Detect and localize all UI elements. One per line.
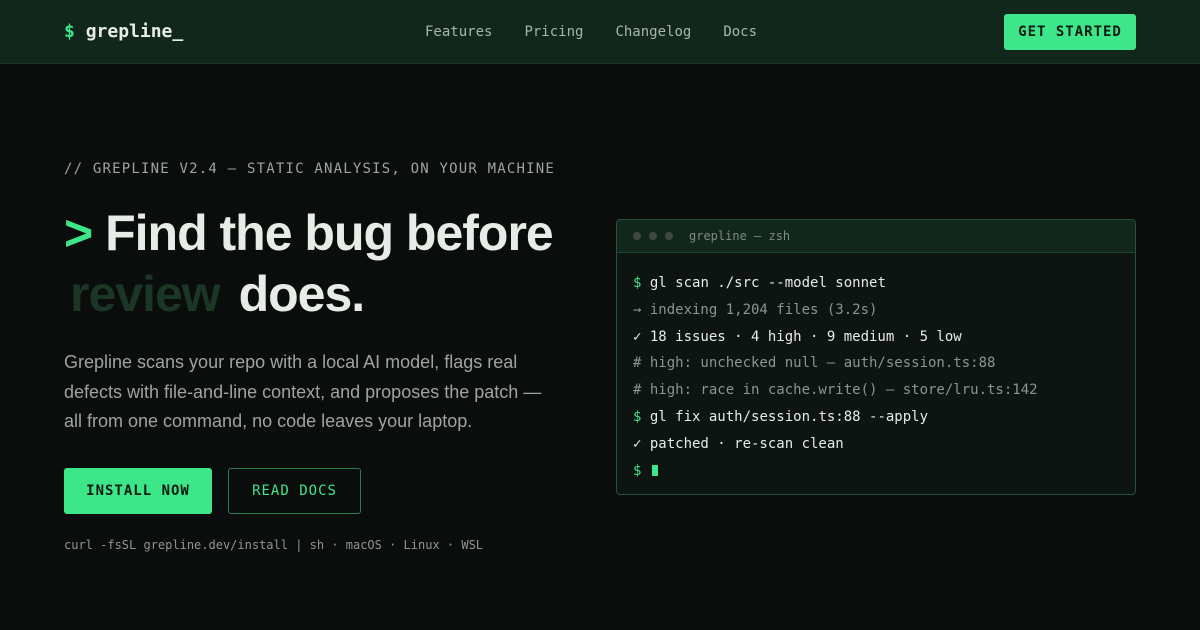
terminal-body: $ gl scan ./src --model sonnet → indexin… <box>617 253 1135 484</box>
top-nav: $ grepline_ Features Pricing Changelog D… <box>0 0 1200 64</box>
brand-logo[interactable]: $ grepline_ <box>64 21 183 43</box>
headline-prompt: > <box>64 205 93 261</box>
window-dot-icon <box>649 232 657 240</box>
shell-prompt: $ <box>633 408 642 425</box>
brand-prompt: $ <box>64 21 75 42</box>
get-started-button[interactable]: GET STARTED <box>1004 14 1136 50</box>
shell-prompt: $ <box>633 275 642 291</box>
read-docs-button[interactable]: READ DOCS <box>228 468 361 514</box>
terminal-window: grepline — zsh $ gl scan ./src --model s… <box>616 219 1136 495</box>
install-command-note: curl -fsSL grepline.dev/install | sh · m… <box>64 538 484 552</box>
terminal-input-line[interactable]: $ <box>633 458 1119 485</box>
window-dot-icon <box>633 232 641 240</box>
terminal-line-text: gl scan ./src --model sonnet <box>649 275 886 291</box>
install-now-button[interactable]: INSTALL NOW <box>64 468 212 514</box>
hero-eyebrow: // GREPLINE V2.4 — STATIC ANALYSIS, ON Y… <box>64 161 556 177</box>
headline-dim-word: review <box>70 266 221 322</box>
nav-link-docs[interactable]: Docs <box>723 23 757 41</box>
terminal-line-text: gl fix auth/session.ts:88 --apply <box>649 408 929 425</box>
window-dot-icon <box>665 232 673 240</box>
terminal-titlebar: grepline — zsh <box>617 220 1135 253</box>
brand-name: grepline_ <box>85 21 184 42</box>
nav-link-changelog[interactable]: Changelog <box>615 23 691 41</box>
shell-prompt: $ <box>633 462 642 479</box>
hero-headline: > Find the bug before review does. <box>64 203 604 325</box>
terminal-line: ✓ 18 issues · 4 high · 9 medium · 5 low <box>633 328 962 345</box>
nav-links: Features Pricing Changelog Docs <box>425 23 789 41</box>
terminal-line: # high: unchecked null — auth/session.ts… <box>633 355 996 372</box>
terminal-line: $ gl fix auth/session.ts:88 --apply <box>633 404 1119 431</box>
terminal-cursor-icon <box>651 464 658 476</box>
terminal-title: grepline — zsh <box>689 229 791 243</box>
headline-end: does. <box>238 266 366 322</box>
nav-link-features[interactable]: Features <box>425 23 492 41</box>
hero-description: Grepline scans your repo with a local AI… <box>64 352 542 431</box>
terminal-line: $ gl scan ./src --model sonnet <box>633 270 1119 297</box>
terminal-line: ✓ patched · re-scan clean <box>633 435 844 452</box>
terminal-line: → indexing 1,204 files (3.2s) <box>633 301 878 318</box>
terminal-line: # high: race in cache.write() — store/lr… <box>633 382 1038 399</box>
headline-line1: Find the bug before <box>105 205 554 261</box>
nav-link-pricing[interactable]: Pricing <box>524 23 583 41</box>
